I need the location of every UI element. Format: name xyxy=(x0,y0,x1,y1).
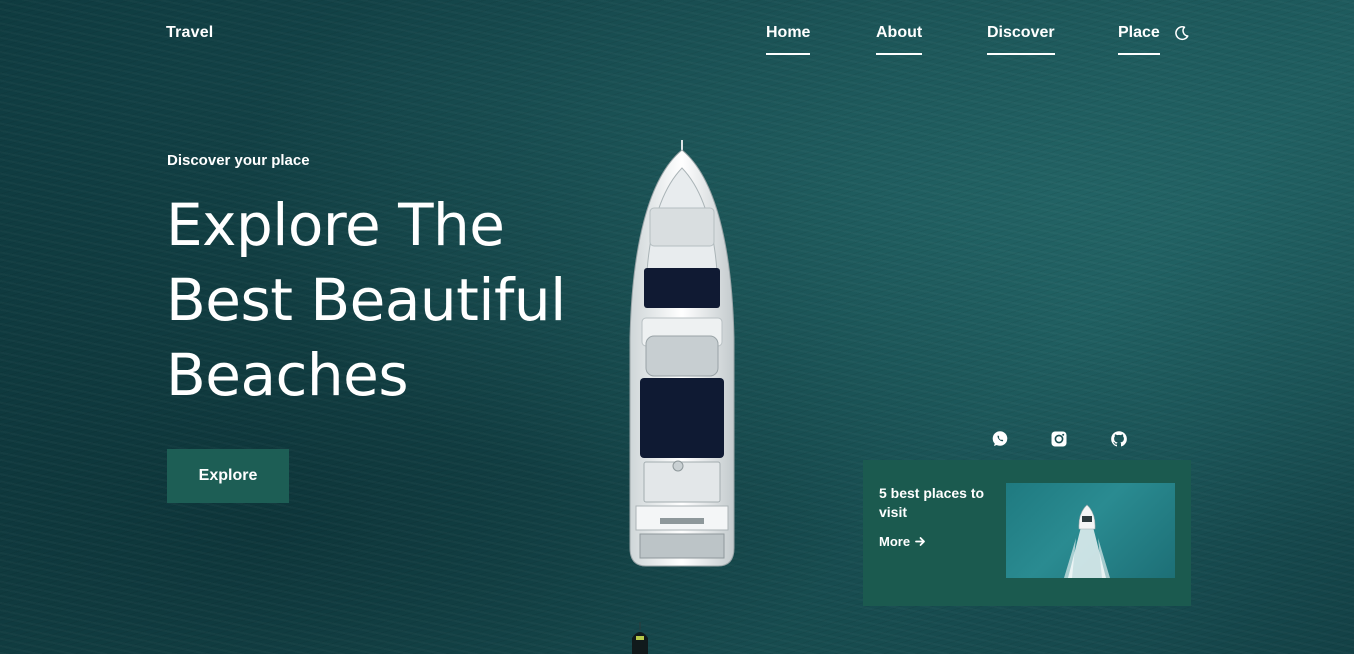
more-link[interactable]: More xyxy=(879,534,926,549)
hero-subtitle: Discover your place xyxy=(167,152,310,169)
moon-icon[interactable] xyxy=(1174,25,1190,41)
github-icon[interactable] xyxy=(1110,430,1128,448)
promo-card-image[interactable] xyxy=(1006,483,1175,578)
explore-button[interactable]: Explore xyxy=(167,449,289,503)
hero-title-line: Best Beautiful xyxy=(166,266,566,334)
nav-place[interactable]: Place xyxy=(1118,24,1160,55)
promo-card-title: 5 best places to visit xyxy=(879,485,985,520)
more-link-label: More xyxy=(879,534,911,549)
jetski-image xyxy=(632,622,648,654)
nav-home[interactable]: Home xyxy=(766,24,811,55)
nav-discover[interactable]: Discover xyxy=(987,24,1055,55)
arrow-right-icon xyxy=(915,537,925,546)
hero-section: Travel Home About Discover Place Discove… xyxy=(0,0,1354,654)
promo-card[interactable]: 5 best places to visit More xyxy=(863,460,1191,606)
yacht-image xyxy=(629,140,735,567)
whatsapp-icon[interactable] xyxy=(991,430,1009,448)
instagram-icon[interactable] xyxy=(1050,430,1068,448)
nav-about[interactable]: About xyxy=(876,24,923,55)
hero-title: Explore The Best Beautiful Beaches xyxy=(166,188,636,413)
hero-title-line: Explore The xyxy=(166,191,505,259)
hero-title-line: Beaches xyxy=(166,341,409,409)
main-nav: Home About Discover Place xyxy=(0,24,1354,64)
speedboat-image xyxy=(1064,504,1110,578)
